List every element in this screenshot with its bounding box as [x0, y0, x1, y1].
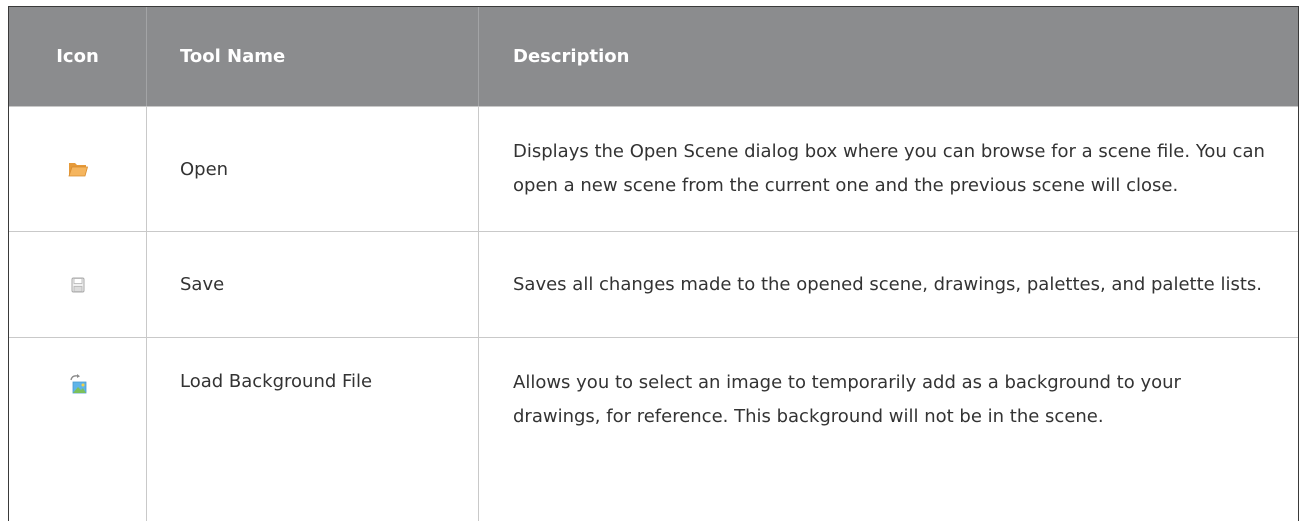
header-icon: Icon — [56, 46, 99, 67]
tool-description: Allows you to select an image to tempora… — [478, 338, 1298, 521]
tool-description: Displays the Open Scene dialog box where… — [478, 107, 1298, 231]
table-header-row: Icon Tool Name Description — [9, 7, 1298, 106]
tool-name: Load Background File — [146, 338, 478, 521]
header-tool-name: Tool Name — [146, 7, 478, 106]
tools-table: Icon Tool Name Description Open Displays… — [8, 6, 1299, 521]
tool-name: Save — [146, 232, 478, 337]
icon-cell — [9, 338, 146, 521]
tool-description: Saves all changes made to the opened sce… — [478, 232, 1298, 337]
table-row: Save Saves all changes made to the opene… — [9, 231, 1298, 337]
header-description: Description — [478, 7, 1298, 106]
save-floppy-icon — [71, 277, 85, 293]
table-row: Open Displays the Open Scene dialog box … — [9, 106, 1298, 231]
load-background-image-icon — [69, 374, 87, 394]
icon-cell — [9, 232, 146, 337]
folder-open-icon — [67, 161, 88, 177]
tool-name: Open — [146, 107, 478, 231]
icon-cell — [9, 107, 146, 231]
table-row: Load Background File Allows you to selec… — [9, 337, 1298, 521]
